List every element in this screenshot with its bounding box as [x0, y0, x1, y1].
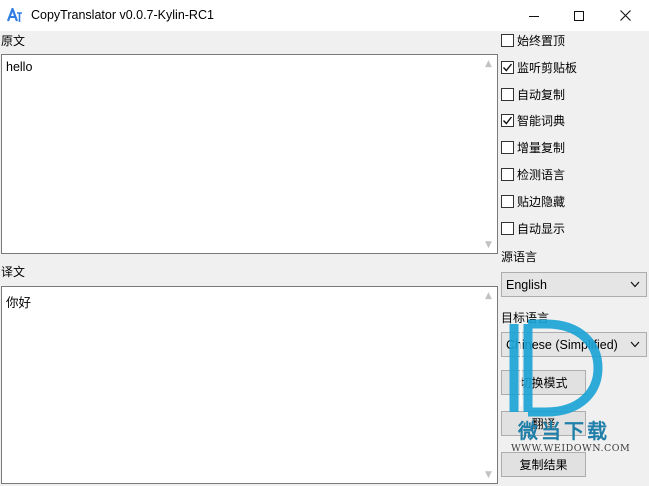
result-label: 译文: [1, 265, 26, 279]
source-language-select[interactable]: English: [501, 272, 647, 297]
close-icon: [619, 10, 631, 21]
target-language-label: 目标语言: [501, 311, 550, 325]
checkmark-icon: [502, 63, 513, 72]
scroll-up-icon[interactable]: ▲: [480, 55, 497, 72]
source-label: 原文: [1, 34, 26, 48]
window-title: CopyTranslator v0.0.7-Kylin-RC1: [31, 8, 214, 22]
maximize-icon: [574, 10, 584, 21]
watermark-url: WWW.WEIDOWN.COM: [511, 443, 631, 454]
result-textarea[interactable]: 你好 ▲ ▼: [1, 286, 498, 484]
checkbox-incremental-copy[interactable]: 增量复制: [501, 138, 565, 156]
source-language-label: 源语言: [501, 250, 538, 264]
scroll-down-icon[interactable]: ▼: [480, 466, 497, 483]
chevron-down-icon: [630, 341, 640, 348]
close-button[interactable]: [602, 0, 648, 31]
checkmark-icon: [502, 116, 513, 125]
target-language-select[interactable]: Chinese (Simplified): [501, 332, 647, 357]
checkbox-detect-language[interactable]: 检测语言: [501, 165, 565, 183]
source-text: hello: [6, 60, 33, 74]
checkbox-smart-dict[interactable]: 智能词典: [501, 111, 565, 129]
checkbox-box[interactable]: [501, 167, 514, 181]
source-scrollbar[interactable]: ▲ ▼: [480, 55, 497, 253]
chevron-down-icon: [630, 281, 640, 288]
copy-result-button[interactable]: 复制结果: [501, 452, 586, 477]
source-language-value: English: [506, 278, 547, 292]
checkbox-auto-show[interactable]: 自动显示: [501, 219, 565, 237]
minimize-icon: [529, 15, 539, 17]
target-language-value: Chinese (Simplified): [506, 338, 618, 352]
checkbox-always-on-top[interactable]: 始终置顶: [501, 31, 565, 49]
title-bar: CopyTranslator v0.0.7-Kylin-RC1: [0, 0, 649, 31]
checkbox-box[interactable]: [501, 194, 514, 208]
watermark-text: 微当下载: [518, 419, 610, 443]
minimize-button[interactable]: [511, 0, 557, 31]
scroll-up-icon[interactable]: ▲: [480, 287, 497, 304]
result-scrollbar[interactable]: ▲ ▼: [480, 287, 497, 483]
checkbox-edge-hide[interactable]: 贴边隐藏: [501, 192, 565, 210]
checkbox-box[interactable]: [501, 113, 514, 127]
source-textarea[interactable]: hello ▲ ▼: [1, 54, 498, 254]
checkbox-auto-copy[interactable]: 自动复制: [501, 85, 565, 103]
maximize-button[interactable]: [556, 0, 602, 31]
scroll-down-icon[interactable]: ▼: [480, 236, 497, 253]
checkbox-listen-clipboard[interactable]: 监听剪贴板: [501, 58, 577, 76]
checkbox-box[interactable]: [501, 33, 514, 47]
checkbox-box[interactable]: [501, 60, 514, 74]
result-text: 你好: [6, 296, 32, 310]
checkbox-box[interactable]: [501, 87, 514, 101]
switch-mode-button[interactable]: 切换模式: [501, 370, 586, 395]
translate-icon: [7, 8, 22, 22]
checkbox-box[interactable]: [501, 221, 514, 235]
checkbox-box[interactable]: [501, 140, 514, 154]
